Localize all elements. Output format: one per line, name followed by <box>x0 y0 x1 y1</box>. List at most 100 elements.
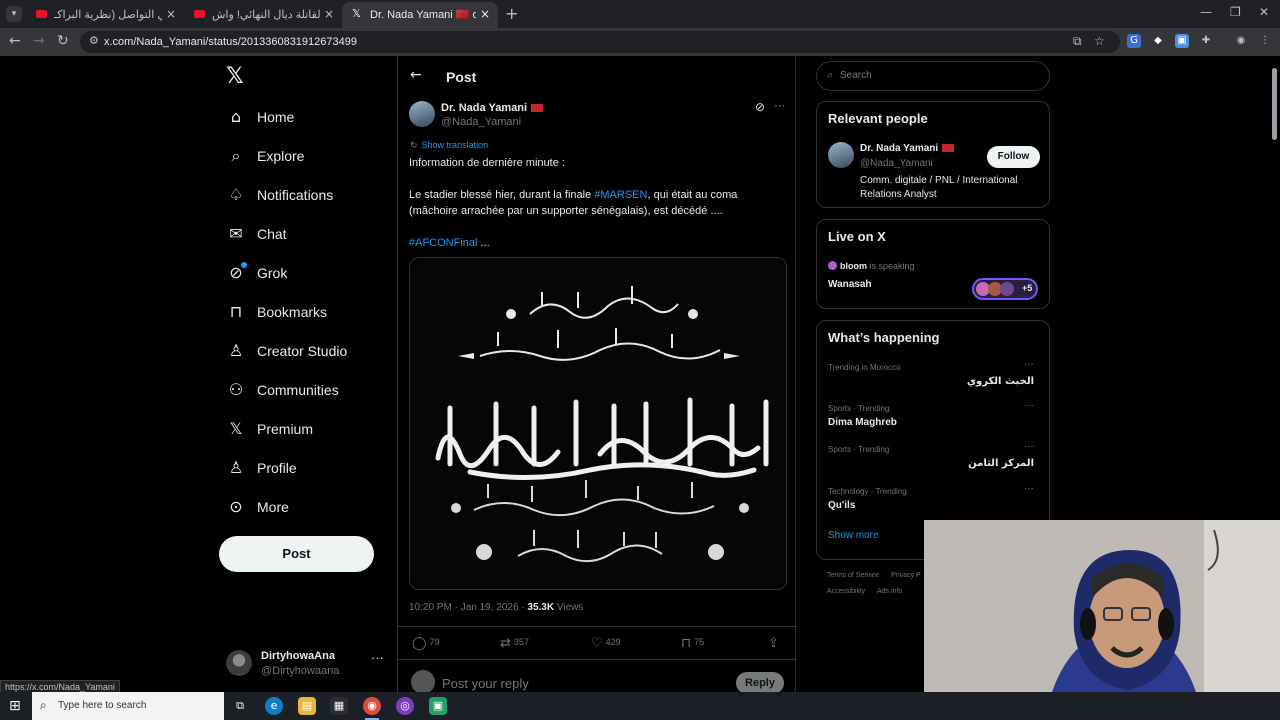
views-label: Views <box>554 602 584 613</box>
minimize-icon[interactable]: — <box>1200 5 1212 19</box>
sidebar-item-label: Home <box>257 109 295 125</box>
account-name: DirtyhowaAna <box>261 650 335 662</box>
extension-diamond-icon[interactable]: ◆ <box>1151 34 1165 48</box>
like-count: 429 <box>605 637 621 647</box>
install-icon[interactable]: ⧉ <box>1073 34 1082 49</box>
host-avatar <box>828 261 837 270</box>
hashtag-link[interactable]: #MARSEN <box>594 189 647 201</box>
bookmark-action[interactable]: ⊓ 75 <box>681 636 704 651</box>
account-switcher[interactable]: DirtyhowaAna @Dirtyhowaana ··· <box>226 648 386 684</box>
privacy-link[interactable]: Privacy P <box>891 572 921 579</box>
close-icon[interactable]: × <box>480 7 490 21</box>
sidebar-item-label: Profile <box>257 460 297 476</box>
extension-icon[interactable]: ▣ <box>1175 34 1189 48</box>
avatar <box>1000 282 1014 296</box>
show-translation-link[interactable]: ↻ Show translation <box>410 140 488 151</box>
avatar[interactable] <box>828 142 854 168</box>
trend-item[interactable]: Sports · Trending Dima Maghreb ··· <box>828 400 1040 440</box>
site-info-icon[interactable]: ⚙ <box>89 34 99 47</box>
space-name[interactable]: Wanasah <box>828 279 872 290</box>
sidebar-item-label: Chat <box>257 226 287 242</box>
more-icon[interactable]: ··· <box>1024 483 1034 494</box>
trend-meta: Trending in Morocco <box>828 363 901 372</box>
terms-link[interactable]: Terms of Service <box>827 572 879 579</box>
trend-item[interactable]: Sports · Trending المركز الثامن ··· <box>828 441 1040 481</box>
star-icon[interactable]: ☆ <box>1094 34 1105 48</box>
translate-extension-icon[interactable]: G <box>1127 34 1141 48</box>
chrome-icon[interactable]: ◉ <box>363 697 381 715</box>
more-icon[interactable]: ··· <box>1024 441 1034 452</box>
more-icon[interactable]: ··· <box>774 99 785 113</box>
browser-tab-active[interactable]: 𝕏 Dr. Nada Yamani 🇲🇦 on X: "Info × <box>342 2 498 28</box>
x-logo-icon[interactable]: 𝕏 <box>226 64 244 89</box>
browser-tab-2[interactable]: الاخطاء القاتلة ديال النهائي! واش × <box>184 2 342 28</box>
tweet-timestamp[interactable]: 10:20 PM · Jan 19, 2026 · <box>409 602 527 613</box>
person-name[interactable]: Dr. Nada Yamani <box>860 143 955 154</box>
address-bar[interactable]: ⚙ x.com/Nada_Yamani/status/2013360831912… <box>80 31 1120 53</box>
follow-button[interactable]: Follow <box>987 146 1040 168</box>
reply-action[interactable]: ◯ 79 <box>412 636 440 651</box>
author-handle[interactable]: @Nada_Yamani <box>441 116 521 128</box>
forward-icon[interactable]: → <box>33 33 45 49</box>
scrollbar[interactable] <box>1272 68 1277 140</box>
back-arrow-icon[interactable]: ← <box>410 67 422 83</box>
repost-count: 357 <box>513 637 529 647</box>
grok-icon[interactable]: ⊘ <box>755 100 765 114</box>
show-more-link[interactable]: Show more <box>828 530 879 541</box>
profile-icon[interactable]: ◉ <box>1234 34 1248 48</box>
accessibility-link[interactable]: Accessibility <box>827 588 865 595</box>
windows-start-icon[interactable]: ⊞ <box>9 698 21 714</box>
live-on-x-card: Live on X bloom is speaking Wanasah +5 <box>816 219 1050 309</box>
repost-icon: ⇄ <box>500 636 511 651</box>
file-explorer-icon[interactable]: ▤ <box>298 697 316 715</box>
listener-avatars[interactable]: +5 <box>972 278 1038 300</box>
speaking-label: is speaking <box>867 261 915 271</box>
youtube-icon <box>194 10 205 18</box>
app-icon[interactable]: ▣ <box>429 697 447 715</box>
heart-icon: ♡ <box>591 636 603 651</box>
tweet-media-image[interactable] <box>409 257 787 590</box>
webcam-overlay <box>924 520 1280 720</box>
footer-links: Terms of Service Privacy P Accessibility A… <box>827 568 937 600</box>
tweet-line: #AFCONFinal ... <box>409 235 781 251</box>
close-icon[interactable]: × <box>324 7 334 21</box>
taskbar-search-input[interactable]: ⌕ Type here to search <box>32 692 224 720</box>
trend-item[interactable]: Trending in Morocco الخبث الكروي ··· <box>828 359 1040 399</box>
close-window-icon[interactable]: ✕ <box>1259 5 1269 19</box>
reload-icon[interactable]: ↻ <box>57 33 69 49</box>
browser-menu-icon[interactable]: ⋮ <box>1258 34 1272 48</box>
author-avatar[interactable] <box>409 101 435 127</box>
morocco-flag-icon <box>942 144 955 153</box>
trend-item[interactable]: Technology · Trending Qu'ils ··· <box>828 483 1040 523</box>
task-view-icon[interactable]: ⧉ <box>231 697 249 715</box>
more-icon[interactable]: ··· <box>371 650 384 665</box>
sidebar-item-label: Creator Studio <box>257 343 348 359</box>
back-icon[interactable]: ← <box>9 33 21 49</box>
tab-search-icon[interactable]: ▾ <box>6 6 22 22</box>
more-icon[interactable]: ··· <box>1024 359 1034 370</box>
hashtag-link[interactable]: #AFCONFinal <box>409 237 477 249</box>
restore-icon[interactable]: ❐ <box>1230 5 1241 19</box>
store-icon[interactable]: ▦ <box>330 697 348 715</box>
app-icon[interactable]: ◎ <box>396 697 414 715</box>
browser-tab-1[interactable]: مشكل في التواصل (نظرية البراكـ × <box>26 2 184 28</box>
person-handle[interactable]: @Nada_Yamani <box>860 158 933 169</box>
edge-icon[interactable]: e <box>265 697 283 715</box>
post-button[interactable]: Post <box>219 536 374 572</box>
communities-icon: ⚇ <box>228 380 244 399</box>
more-icon[interactable]: ··· <box>1024 400 1034 411</box>
sidebar-item-label: More <box>257 499 289 515</box>
repost-action[interactable]: ⇄ 357 <box>500 636 529 651</box>
search-input[interactable]: ⌕ Search <box>816 61 1050 91</box>
live-host[interactable]: bloom is speaking <box>828 261 915 271</box>
author-name[interactable]: Dr. Nada Yamani <box>441 102 544 114</box>
ads-info-link[interactable]: Ads info <box>877 588 902 595</box>
close-icon[interactable]: × <box>166 7 176 21</box>
extensions-puzzle-icon[interactable]: ✚ <box>1199 34 1213 48</box>
share-action[interactable]: ⇪ <box>768 636 782 651</box>
like-action[interactable]: ♡ 429 <box>591 636 621 651</box>
reply-input[interactable]: Post your reply <box>442 676 529 691</box>
reply-button[interactable]: Reply <box>736 672 784 694</box>
new-tab-button[interactable]: + <box>505 4 518 23</box>
x-icon: 𝕏 <box>229 419 243 438</box>
